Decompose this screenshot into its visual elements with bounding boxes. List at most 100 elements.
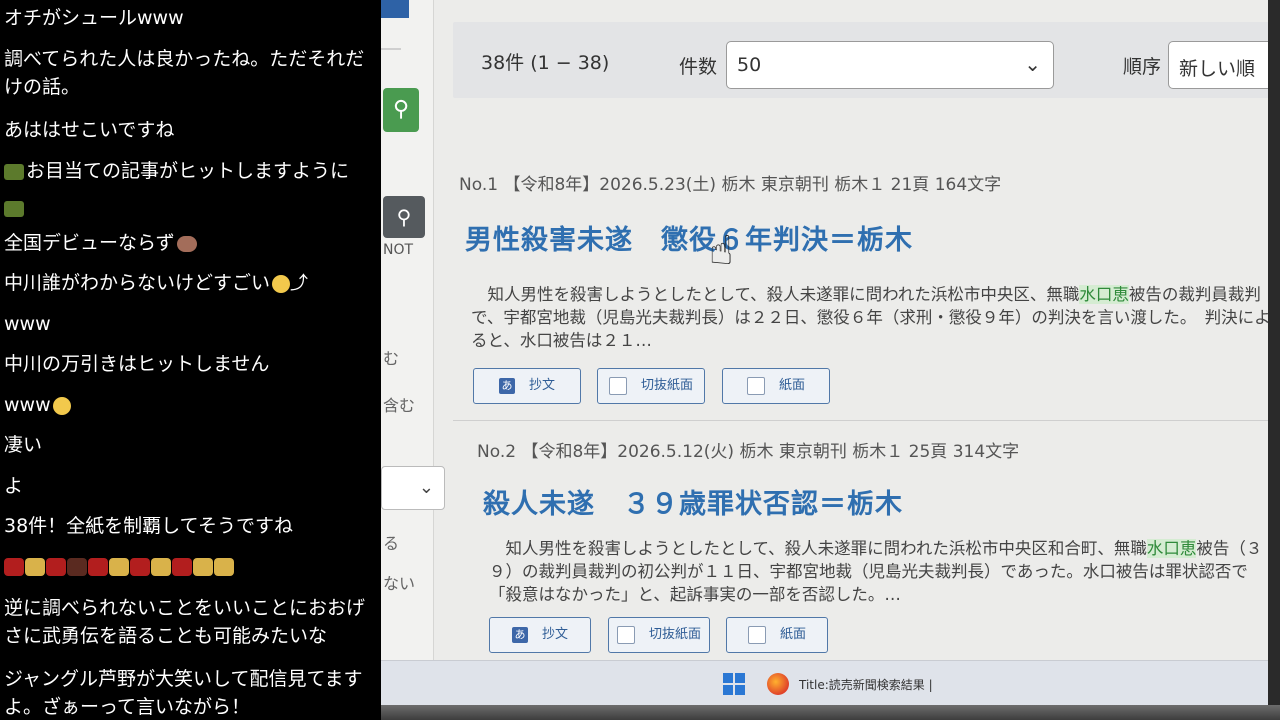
sidebar-select[interactable]: ⌄ bbox=[381, 466, 445, 510]
tears-of-joy-icon bbox=[52, 396, 71, 415]
article-headline-link[interactable]: 殺人未遂 ３９歳罪状否認＝栃木 bbox=[483, 482, 903, 521]
text-icon: あ bbox=[498, 377, 515, 394]
chat-message: オチがシュールwww bbox=[4, 4, 376, 32]
snippet-text: 知人男性を殺害しようとしたとして、殺人未遂罪に問われた浜松市中央区、無職 bbox=[471, 285, 1080, 304]
per-page-label: 件数 bbox=[679, 56, 718, 78]
hand-cursor-icon: ☝ bbox=[709, 228, 734, 274]
windows-start-icon[interactable] bbox=[723, 673, 745, 695]
chat-message: 逆に調べられないことをいいことにおおげさに武勇伝を語ることも可能みたいな bbox=[4, 594, 376, 650]
page-button[interactable]: 紙面 bbox=[726, 617, 828, 653]
newspaper-icon bbox=[746, 376, 765, 395]
monitor-bezel bbox=[1268, 0, 1280, 720]
person-emoji-icon bbox=[176, 235, 197, 252]
article-snippet: 知人男性を殺害しようとしたとして、殺人未遂罪に問われた浜松市中央区、無職水口恵被… bbox=[471, 283, 1271, 352]
button-label: 抄文 bbox=[528, 378, 555, 393]
text-icon: あ bbox=[511, 626, 528, 643]
stamp-icon bbox=[4, 200, 24, 217]
not-search-button[interactable]: ⚲ bbox=[383, 196, 425, 238]
chat-message: あははせこいですね bbox=[4, 116, 376, 144]
chat-message-text: オチがシュールwww bbox=[4, 7, 184, 29]
chat-message: 38件！全紙を制覇してそうですね bbox=[4, 512, 376, 540]
chat-message-text: 全国デビューならず bbox=[4, 232, 175, 254]
search-button[interactable]: ⚲ bbox=[383, 88, 419, 132]
page-button[interactable]: 紙面 bbox=[722, 368, 830, 404]
order-select[interactable]: 新しい順 bbox=[1168, 41, 1280, 89]
chat-message: 中川の万引きはヒットしません bbox=[4, 350, 376, 378]
chat-message-text: あははせこいですね bbox=[4, 119, 175, 141]
stamp-icon bbox=[46, 557, 66, 576]
chevron-down-icon: ⌄ bbox=[418, 477, 434, 498]
per-page-select[interactable]: 50 ⌄ bbox=[726, 41, 1054, 89]
chat-message-text: www bbox=[4, 394, 51, 416]
chat-message-text: 調べてられた人は良かったね。ただそれだけの話。 bbox=[4, 48, 365, 98]
chat-message-text: 38件！全紙を制覇してそうですね bbox=[4, 515, 294, 537]
highlighted-term: 水口恵 bbox=[1146, 539, 1197, 558]
chat-message-text: 凄い bbox=[4, 434, 43, 456]
chat-message: 全国デビューならず bbox=[4, 229, 376, 257]
button-label: 紙面 bbox=[779, 627, 806, 642]
taskbar-window-title[interactable]: Title:読売新聞検索結果 | bbox=[799, 676, 933, 693]
divider bbox=[453, 420, 1280, 421]
order-label: 順序 bbox=[1123, 56, 1162, 78]
stamp-icon bbox=[4, 557, 24, 576]
stamp-icon bbox=[130, 557, 150, 576]
chat-message: よ bbox=[4, 472, 376, 500]
search-icon: ⚲ bbox=[392, 97, 410, 122]
search-sidebar: ⚲ ⚲ NOT む 含む ⌄ る ない bbox=[381, 0, 445, 668]
abstract-button[interactable]: あ抄文 bbox=[489, 617, 591, 653]
article-snippet: 知人男性を殺害しようとしたとして、殺人未遂罪に問われた浜松市中央区和合町、無職水… bbox=[489, 537, 1269, 606]
chat-message bbox=[4, 194, 376, 222]
clipping-icon bbox=[608, 376, 627, 395]
option-fragment: む bbox=[383, 349, 400, 368]
chat-message: 中川誰がわからないけどすごい ⤴ bbox=[4, 269, 376, 298]
option-fragment: ない bbox=[383, 574, 416, 593]
abstract-button[interactable]: あ抄文 bbox=[473, 368, 581, 404]
option-fragment: る bbox=[383, 534, 400, 553]
clipping-icon bbox=[616, 625, 635, 644]
result-count: 38件 (1 − 38) bbox=[481, 52, 610, 74]
chat-message-text: ジャングル芦野が大笑いして配信見てますよ。ざぁーって言いながら！ bbox=[4, 668, 363, 718]
chat-message-text: よ bbox=[4, 475, 24, 497]
chat-message-text: www bbox=[4, 313, 51, 335]
results-toolbar: 38件 (1 − 38) 件数 50 ⌄ 順序 新しい順 bbox=[453, 22, 1280, 98]
chat-message: お目当ての記事がヒットしますように bbox=[4, 157, 376, 185]
search-icon: ⚲ bbox=[396, 205, 412, 229]
article-headline-link[interactable]: 男性殺害未遂 懲役６年判決＝栃木 bbox=[465, 218, 913, 257]
stamp-icon bbox=[172, 557, 192, 576]
chat-message: 調べてられた人は良かったね。ただそれだけの話。 bbox=[4, 45, 376, 101]
chat-message: ジャングル芦野が大笑いして配信見てますよ。ざぁーって言いながら！ bbox=[4, 665, 376, 720]
article-meta: No.1 【令和8年】2026.5.23(土) 栃木 東京朝刊 栃木１ 21頁 … bbox=[459, 175, 1002, 195]
stamp-icon bbox=[67, 557, 87, 576]
per-page-value: 50 bbox=[737, 54, 762, 76]
newspaper-icon bbox=[747, 625, 766, 644]
arrow-up-right-icon: ⤴ bbox=[290, 273, 309, 294]
chat-message-text: お目当ての記事がヒットしますように bbox=[26, 160, 350, 182]
laughing-face-icon bbox=[272, 274, 291, 293]
snippet-text: 知人男性を殺害しようとしたとして、殺人未遂罪に問われた浜松市中央区和合町、無職 bbox=[489, 539, 1147, 558]
stamp-icon bbox=[193, 557, 213, 576]
chat-message-text: 逆に調べられないことをいいことにおおげさに武勇伝を語ることも可能みたいな bbox=[4, 597, 366, 647]
clipping-button[interactable]: 切抜紙面 bbox=[608, 617, 710, 653]
clipping-button[interactable]: 切抜紙面 bbox=[597, 368, 705, 404]
not-label: NOT bbox=[383, 242, 414, 258]
order-value: 新しい順 bbox=[1179, 58, 1256, 80]
highlighted-term: 水口恵 bbox=[1079, 285, 1129, 304]
chat-message-text: 中川誰がわからないけどすごい bbox=[4, 272, 271, 294]
stamp-icon bbox=[4, 163, 24, 180]
sidebar-header-bar bbox=[381, 0, 409, 18]
photographed-monitor: ⚲ ⚲ NOT む 含む ⌄ る ない 38件 (1 − 38) 件数 50 ⌄… bbox=[381, 0, 1280, 720]
chat-message: www bbox=[4, 391, 376, 419]
stamp-icon bbox=[109, 557, 129, 576]
button-label: 切抜紙面 bbox=[640, 378, 693, 393]
chat-panel: オチがシュールwww 調べてられた人は良かったね。ただそれだけの話。 あははせこ… bbox=[0, 0, 381, 720]
firefox-icon[interactable] bbox=[767, 673, 789, 695]
stamp-icon bbox=[214, 557, 234, 576]
chat-message: 凄い bbox=[4, 431, 376, 459]
article-meta: No.2 【令和8年】2026.5.12(火) 栃木 東京朝刊 栃木１ 25頁 … bbox=[477, 442, 1020, 462]
monitor-bezel bbox=[381, 705, 1280, 720]
button-label: 抄文 bbox=[541, 627, 568, 642]
stamp-icon bbox=[151, 557, 171, 576]
chevron-down-icon: ⌄ bbox=[1024, 52, 1041, 76]
chat-message bbox=[4, 556, 376, 576]
taskbar: Title:読売新聞検索結果 | bbox=[381, 660, 1280, 707]
